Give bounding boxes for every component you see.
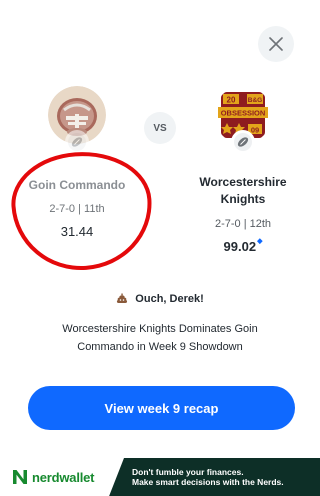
- reaction-line: Ouch, Derek!: [0, 292, 320, 305]
- reaction-text: Ouch, Derek!: [135, 293, 204, 305]
- matchup-headline: Worcestershire Knights Dominates Goin Co…: [62, 323, 258, 353]
- team-left-record: 2-7-0 | 11th: [49, 203, 105, 215]
- ad-text: Don't fumble your finances. Make smart d…: [124, 467, 284, 487]
- team-left-name[interactable]: Goin Commando: [14, 177, 140, 194]
- team-right-name[interactable]: Worcestershire Knights: [180, 174, 306, 208]
- projection-spark-icon: ◆: [257, 238, 263, 245]
- football-icon: [65, 130, 89, 154]
- ad-line-2: Make smart decisions with the Nerds.: [132, 477, 284, 487]
- team-left-avatar-wrap: [48, 86, 106, 154]
- logo-text-top-right: B&G: [248, 97, 262, 104]
- team-left: Goin Commando 2-7-0 | 11th 31.44: [14, 86, 140, 239]
- team-right: 20 B&G OBSESSION 09 Worcestershire Knigh…: [180, 86, 306, 254]
- ad-logo: nerdwallet: [0, 458, 124, 496]
- football-icon: [231, 130, 255, 154]
- team-right-record: 2-7-0 | 12th: [214, 218, 272, 230]
- nerdwallet-n-icon: [13, 470, 27, 484]
- poop-emoji-icon: [117, 293, 128, 303]
- logo-text-banner: OBSESSION: [221, 109, 266, 118]
- team-right-score: 99.02: [223, 239, 257, 254]
- vs-badge: VS: [144, 112, 176, 144]
- team-right-avatar-wrap: 20 B&G OBSESSION 09: [214, 86, 272, 154]
- logo-text-top-left: 20: [227, 96, 236, 105]
- ad-banner[interactable]: nerdwallet Don't fumble your finances. M…: [0, 458, 320, 496]
- view-recap-button[interactable]: View week 9 recap: [28, 386, 295, 430]
- close-icon: [269, 37, 283, 51]
- ad-line-1: Don't fumble your finances.: [132, 467, 244, 477]
- close-button[interactable]: [258, 26, 294, 62]
- team-left-score: 31.44: [60, 224, 94, 239]
- team-right-score-row: 99.02 ◆: [180, 238, 306, 254]
- ad-brand: nerdwallet: [32, 469, 95, 485]
